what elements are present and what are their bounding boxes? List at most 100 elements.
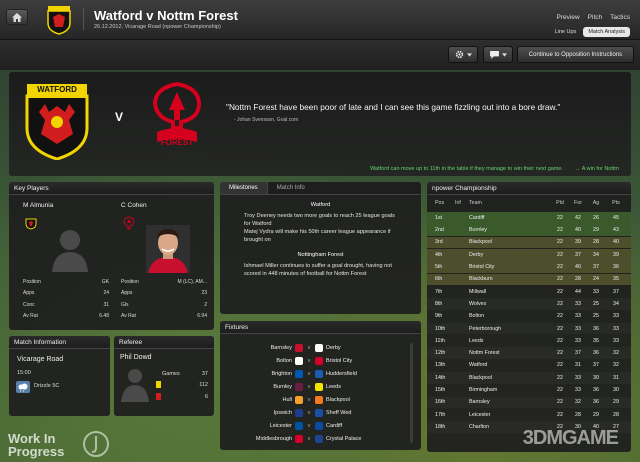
apps-value: 24 — [103, 290, 109, 297]
key-player-home[interactable]: M Almunia Position GK Apps 24 Conc 31 Av Ra… — [23, 202, 115, 319]
header-ag[interactable]: Ag — [587, 200, 605, 210]
table-row[interactable]: 6th Blackburn 22 28 24 35 — [427, 273, 631, 286]
row-team[interactable]: Leeds — [469, 338, 551, 344]
row-ag: 24 — [593, 276, 599, 283]
fixture-row[interactable]: Burnley v Leeds — [220, 381, 406, 393]
fixture-away[interactable]: Bristol City — [326, 358, 352, 364]
fixture-away[interactable]: Crystal Palace — [326, 436, 361, 442]
fixture-away[interactable]: Sheff Wed — [326, 410, 351, 416]
fixture-row[interactable]: Bolton v Bristol City — [220, 355, 406, 367]
player-silhouette — [43, 224, 97, 274]
row-team[interactable]: Burnley — [469, 227, 551, 233]
fixtures-panel: Fixtures Barnsley v Derby Bolton v Bristol Ci… — [220, 321, 421, 450]
row-pts: 33 — [613, 325, 619, 332]
row-for: 42 — [575, 214, 581, 221]
row-team[interactable]: Bristol City — [469, 264, 551, 270]
row-pld: 22 — [557, 362, 563, 369]
header-pos[interactable]: Pos — [427, 200, 455, 210]
row-team[interactable]: Blackpool — [469, 375, 551, 381]
table-row[interactable]: 12th Nottm Forest 22 37 36 32 — [427, 347, 631, 359]
row-team[interactable]: Blackpool — [469, 239, 551, 245]
table-row[interactable]: 16th Barnsley 22 32 36 29 — [427, 397, 631, 409]
header-pts[interactable]: Pts — [605, 200, 627, 210]
home-badge-icon — [295, 370, 303, 378]
table-row[interactable]: 5th Bristol City 22 40 37 36 — [427, 261, 631, 273]
row-team[interactable]: Blackburn — [469, 276, 551, 282]
fixture-home[interactable]: Leicester — [220, 423, 292, 429]
tab-match-analysis[interactable]: Match Analysis — [583, 27, 630, 37]
table-row[interactable]: 1st Cardiff 22 42 26 45 — [427, 212, 631, 224]
table-row[interactable]: 11th Leeds 22 33 35 33 — [427, 335, 631, 347]
row-team[interactable]: Bolton — [469, 313, 551, 319]
fixture-away[interactable]: Cardiff — [326, 423, 342, 429]
row-pts: 43 — [613, 227, 619, 234]
fixtures-scrollbar[interactable] — [410, 343, 413, 443]
fixture-home[interactable]: Middlesbrough — [220, 436, 292, 442]
table-row[interactable]: 15th Birmingham 22 33 36 30 — [427, 384, 631, 396]
fixture-away[interactable]: Leeds — [326, 384, 341, 390]
row-team[interactable]: Peterborough — [469, 326, 551, 332]
fixture-row[interactable]: Brighton v Huddersfield — [220, 368, 406, 380]
tab-line-ups[interactable]: Line Ups — [550, 27, 582, 37]
row-team[interactable]: Nottm Forest — [469, 350, 551, 356]
header-team[interactable]: Team — [469, 200, 551, 210]
table-row[interactable]: 9th Bolton 22 33 25 33 — [427, 310, 631, 322]
tab-match-info[interactable]: Match Info — [268, 182, 314, 194]
fixture-home[interactable]: Bolton — [220, 358, 292, 364]
row-team[interactable]: Watford — [469, 362, 551, 368]
row-team[interactable]: Wolves — [469, 301, 551, 307]
fixture-row[interactable]: Ipswich v Sheff Wed — [220, 407, 406, 419]
fixture-home[interactable]: Hull — [220, 397, 292, 403]
settings-button[interactable] — [448, 46, 478, 63]
fixture-row[interactable]: Middlesbrough v Crystal Palace — [220, 433, 406, 445]
fixture-home[interactable]: Burnley — [220, 384, 292, 390]
header-pld[interactable]: Pld — [551, 200, 569, 210]
player-stats: Position M (LC), AM... Apps 23 Gls 2 Av Rat… — [121, 276, 207, 322]
fixture-home[interactable]: Ipswich — [220, 410, 292, 416]
row-team[interactable]: Millwall — [469, 289, 551, 295]
row-for: 39 — [575, 239, 581, 246]
row-team[interactable]: Cardiff — [469, 215, 551, 221]
key-player-away[interactable]: C Cohen Position M (LC), AM... Apps 23 Gls… — [121, 202, 213, 319]
player-name[interactable]: M Almunia — [23, 202, 115, 209]
row-pts: 36 — [613, 264, 619, 271]
nav-preview[interactable]: Preview — [557, 14, 580, 21]
table-row[interactable]: 17th Leicester 22 28 29 28 — [427, 409, 631, 421]
nav-tactics[interactable]: Tactics — [610, 14, 630, 21]
row-pts: 39 — [613, 251, 619, 258]
toolbar: Continue to Opposition Instructions — [0, 40, 640, 70]
fixture-row[interactable]: Hull v Blackpool — [220, 394, 406, 406]
table-row[interactable]: 2nd Burnley 22 40 29 43 — [427, 224, 631, 237]
player-name[interactable]: C Cohen — [121, 202, 213, 209]
continue-button[interactable]: Continue to Opposition Instructions — [517, 46, 634, 63]
row-team[interactable]: Birmingham — [469, 387, 551, 393]
header-for[interactable]: For — [569, 200, 587, 210]
fixture-away[interactable]: Derby — [326, 345, 341, 351]
milestones-content: Watford Troy Deeney needs two more goals… — [220, 195, 421, 284]
fixture-home[interactable]: Brighton — [220, 371, 293, 377]
table-row[interactable]: 3rd Blackpool 22 39 28 40 — [427, 236, 631, 249]
home-button[interactable] — [6, 9, 28, 25]
fixture-away[interactable]: Blackpool — [326, 397, 350, 403]
tab-milestones[interactable]: Milestones — [220, 182, 268, 194]
row-pos: 2nd — [435, 227, 444, 234]
nav-pitch[interactable]: Pitch — [588, 14, 602, 21]
forest-crest-icon — [123, 216, 135, 230]
fixture-home[interactable]: Barnsley — [220, 345, 292, 351]
table-row[interactable]: 14th Blackpool 22 33 30 31 — [427, 372, 631, 384]
row-team[interactable]: Barnsley — [469, 399, 551, 405]
match-info-panel: Match Information Vicarage Road 15:00 Dr… — [9, 336, 110, 416]
table-row[interactable]: 4th Derby 22 37 34 39 — [427, 248, 631, 261]
table-row[interactable]: 8th Wolves 22 33 25 34 — [427, 298, 631, 310]
row-team[interactable]: Derby — [469, 252, 551, 258]
comments-button[interactable] — [483, 46, 513, 63]
table-row[interactable]: 13th Watford 22 31 37 32 — [427, 360, 631, 372]
table-row[interactable]: 7th Millwall 22 44 33 37 — [427, 286, 631, 298]
fixture-row[interactable]: Leicester v Cardiff — [220, 420, 406, 432]
row-pts: 28 — [613, 411, 619, 418]
table-row[interactable]: 10th Peterborough 22 33 36 33 — [427, 323, 631, 335]
header-inf[interactable]: Inf — [455, 200, 469, 210]
fixture-row[interactable]: Barnsley v Derby — [220, 342, 406, 354]
row-team[interactable]: Leicester — [469, 412, 551, 418]
fixture-away[interactable]: Huddersfield — [326, 371, 357, 377]
